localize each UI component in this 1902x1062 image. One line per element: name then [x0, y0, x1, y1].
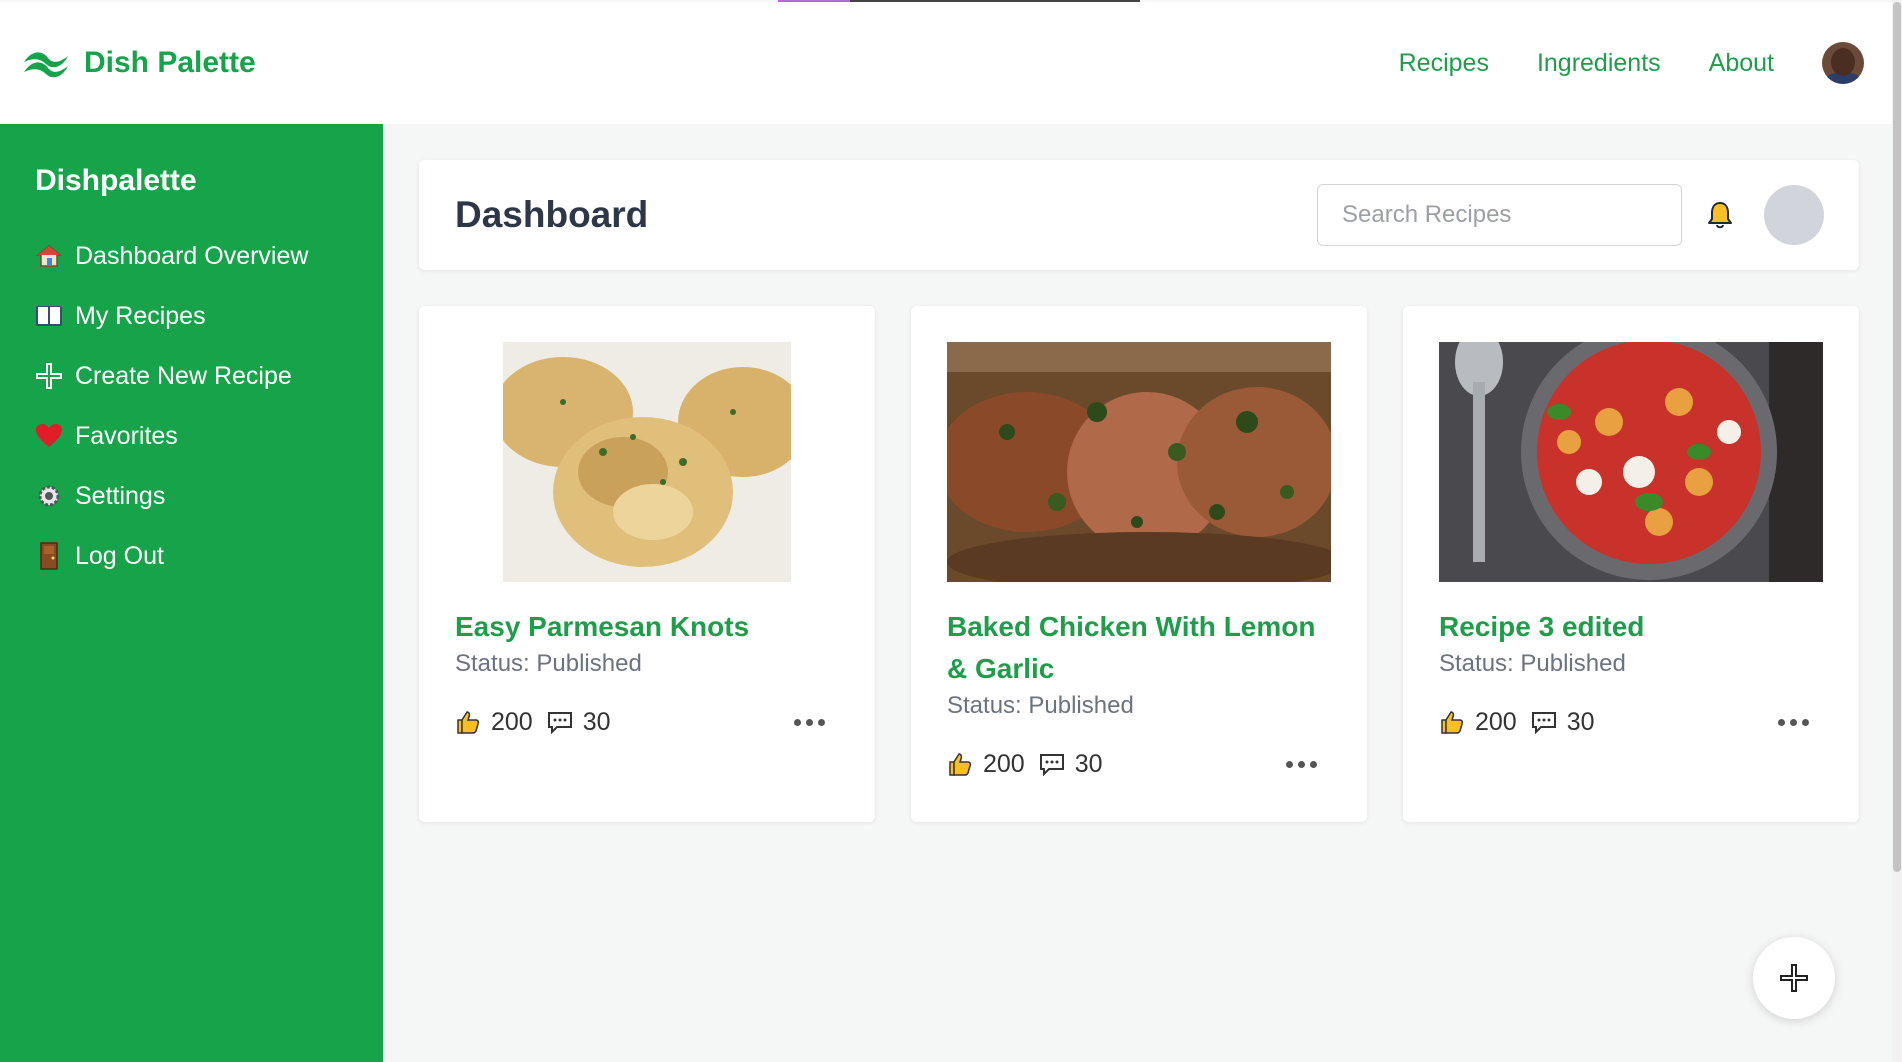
profile-avatar[interactable] — [1764, 185, 1824, 245]
recipe-status: Status: Published — [455, 650, 642, 677]
sidebar: Dishpalette Dashboard Overview My Recipe… — [0, 124, 383, 1062]
recipe-title[interactable]: Easy Parmesan Knots — [455, 606, 839, 648]
sidebar-title: Dishpalette — [35, 164, 197, 197]
nav-link-recipes[interactable]: Recipes — [1399, 49, 1489, 78]
thumbs-up-icon[interactable] — [1439, 709, 1465, 735]
more-options-button[interactable] — [794, 711, 825, 734]
sidebar-item-label: Log Out — [75, 541, 164, 570]
main-content: Dashboard Search Recipes Easy Parmesan K… — [383, 124, 1892, 1062]
sidebar-item-label: Favorites — [75, 421, 178, 450]
comments-count: 30 — [582, 707, 611, 736]
book-icon — [35, 302, 63, 330]
recipe-status: Status: Published — [1439, 650, 1626, 677]
recipe-title[interactable]: Baked Chicken With Lemon & Garlic — [947, 606, 1331, 690]
sidebar-item-create-new-recipe[interactable]: Create New Recipe — [35, 346, 383, 406]
recipe-status: Status: Published — [947, 692, 1134, 719]
likes-count: 200 — [1475, 707, 1517, 736]
comment-icon[interactable] — [1531, 710, 1557, 734]
recipe-title[interactable]: Recipe 3 edited — [1439, 606, 1823, 648]
add-recipe-fab[interactable] — [1753, 937, 1835, 1019]
brand[interactable]: Dish Palette — [22, 46, 256, 80]
top-header: Dish Palette Recipes Ingredients About — [0, 2, 1892, 124]
heart-icon — [35, 422, 63, 450]
user-avatar[interactable] — [1822, 42, 1864, 84]
plus-icon — [1780, 964, 1808, 992]
thumbs-up-icon[interactable] — [455, 709, 481, 735]
comments-count: 30 — [1074, 749, 1103, 778]
sidebar-item-dashboard-overview[interactable]: Dashboard Overview — [35, 226, 383, 286]
comment-icon[interactable] — [1039, 752, 1065, 776]
brand-name: Dish Palette — [84, 46, 256, 79]
scrollbar[interactable] — [1892, 0, 1902, 1062]
comments-count: 30 — [1566, 707, 1595, 736]
house-icon — [35, 242, 63, 270]
page-title: Dashboard — [455, 194, 649, 235]
recipe-card-list: Easy Parmesan Knots Status: Published 20… — [419, 306, 1859, 822]
thumbs-up-icon[interactable] — [947, 751, 973, 777]
top-nav: Recipes Ingredients About — [1399, 42, 1870, 84]
sidebar-item-label: My Recipes — [75, 301, 206, 330]
wave-logo-icon — [24, 52, 68, 78]
dashboard-header: Dashboard — [419, 160, 1859, 270]
sidebar-item-log-out[interactable]: Log Out — [35, 526, 383, 586]
sidebar-item-label: Settings — [75, 481, 166, 510]
nav-link-about[interactable]: About — [1709, 49, 1774, 78]
sidebar-item-label: Create New Recipe — [75, 361, 292, 390]
dashboard-tools — [1317, 184, 1824, 246]
gnocchi-skillet-photo — [1439, 342, 1823, 582]
search-input[interactable] — [1317, 184, 1682, 246]
recipe-card: Recipe 3 edited Status: Published 200 30 — [1403, 306, 1859, 822]
likes-count: 200 — [491, 707, 533, 736]
door-icon — [35, 542, 63, 570]
recipe-card: Baked Chicken With Lemon & Garlic Status… — [911, 306, 1367, 822]
recipe-meta: 200 30 — [455, 702, 839, 742]
more-options-button[interactable] — [1286, 753, 1317, 776]
baked-chicken-photo — [947, 342, 1331, 582]
recipe-card: Easy Parmesan Knots Status: Published 20… — [419, 306, 875, 822]
more-options-button[interactable] — [1778, 711, 1809, 734]
recipe-meta: 200 30 — [947, 744, 1331, 784]
comment-icon[interactable] — [547, 710, 573, 734]
garlic-knots-photo — [503, 342, 791, 582]
sidebar-item-my-recipes[interactable]: My Recipes — [35, 286, 383, 346]
likes-count: 200 — [983, 749, 1025, 778]
bell-icon[interactable] — [1702, 197, 1738, 233]
gear-icon — [35, 482, 63, 510]
nav-link-ingredients[interactable]: Ingredients — [1537, 49, 1661, 78]
sidebar-item-favorites[interactable]: Favorites — [35, 406, 383, 466]
recipe-meta: 200 30 — [1439, 702, 1823, 742]
sidebar-item-label: Dashboard Overview — [75, 241, 309, 270]
sidebar-item-settings[interactable]: Settings — [35, 466, 383, 526]
plus-icon — [35, 362, 63, 390]
